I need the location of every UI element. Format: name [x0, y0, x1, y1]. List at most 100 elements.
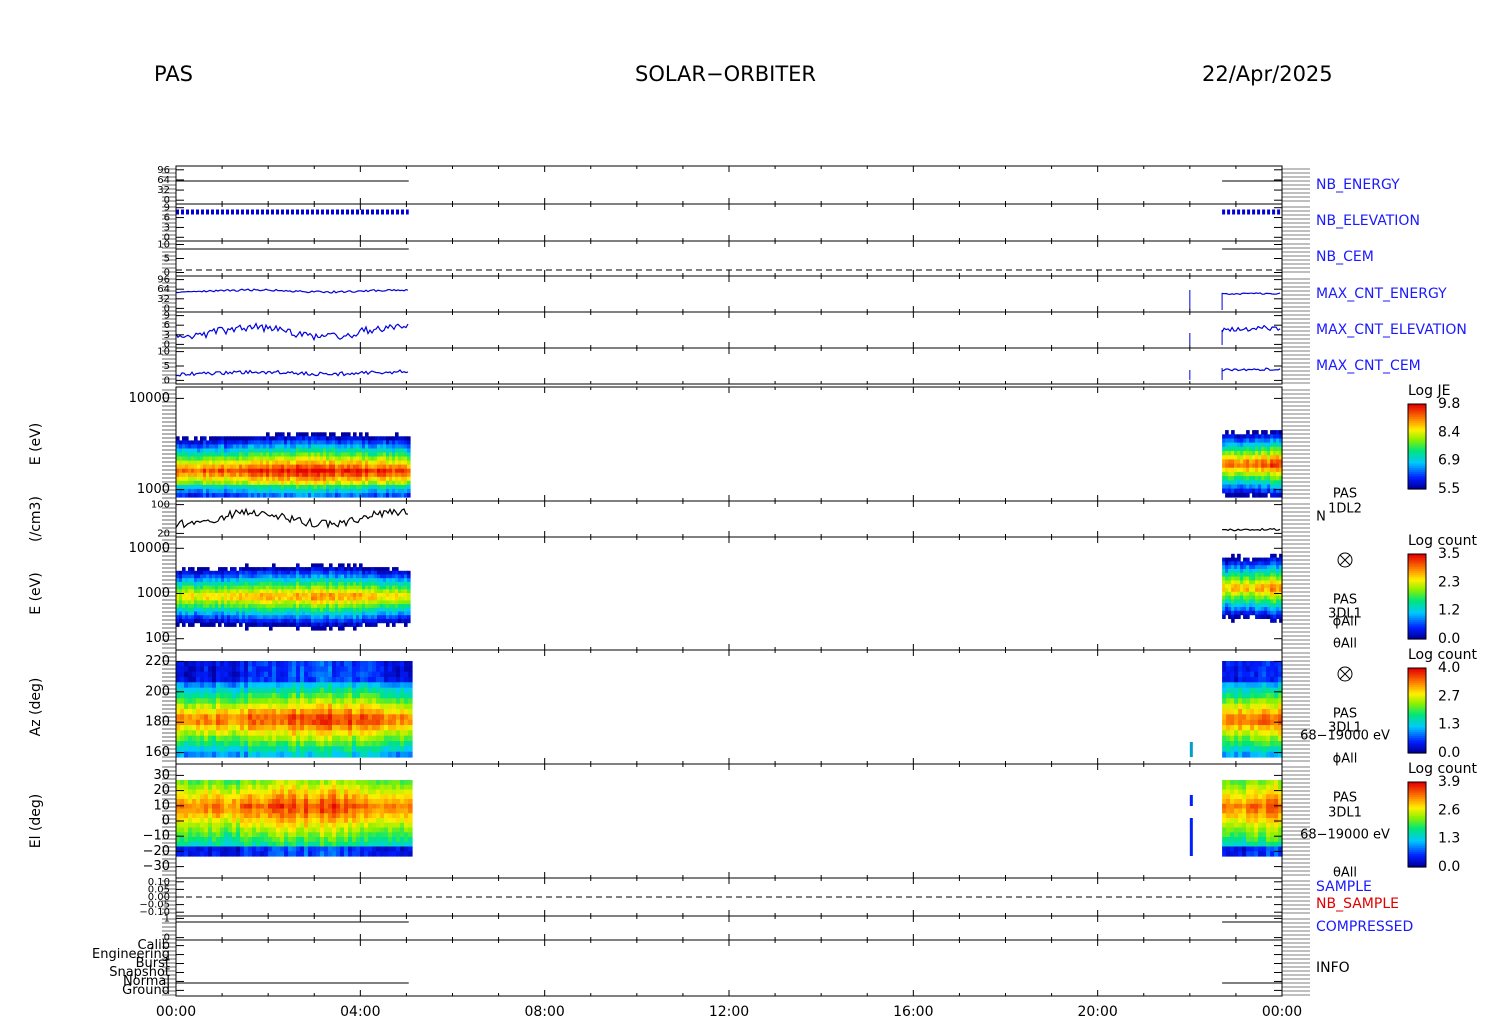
azimuth-cell: [244, 741, 249, 747]
azimuth-cell: [332, 709, 337, 715]
azimuth-cell: [196, 661, 201, 667]
azimuth-cell: [224, 698, 229, 705]
elevation-cell: [272, 808, 277, 814]
azimuth-cell: [1262, 751, 1267, 758]
azimuth-cell: [208, 751, 213, 758]
elevation-cell: [260, 846, 265, 852]
elevation-cell: [200, 803, 205, 810]
azimuth-cell: [316, 741, 321, 747]
azimuth-cell: [316, 703, 321, 710]
elevation-cell: [256, 808, 261, 814]
elevation-cell: [208, 813, 213, 819]
elevation-cell: [272, 846, 277, 852]
elevation-cell: [196, 832, 201, 838]
azimuth-cell: [1250, 677, 1255, 683]
azimuth-cell: [204, 666, 209, 673]
energy-count-cell: [407, 611, 411, 616]
azimuth-cell: [276, 735, 281, 742]
azimuth-cell: [204, 709, 209, 715]
azimuth-cell: [212, 746, 217, 753]
azimuth-cell: [208, 661, 213, 667]
elevation-cell: [296, 851, 301, 857]
azimuth-cell: [192, 661, 197, 667]
azimuth-cell: [276, 751, 281, 758]
azimuth-cell: [1222, 730, 1227, 737]
elevation-cell: [196, 780, 201, 786]
je-spectrogram-cell: [407, 448, 411, 454]
azimuth-cell: [260, 671, 265, 678]
elevation-cell: [228, 784, 233, 791]
azimuth-cell: [320, 735, 325, 742]
azimuth-cell: [252, 725, 257, 731]
azimuth-cell: [1230, 693, 1235, 699]
elevation-cell: [196, 846, 201, 852]
azimuth-cell: [272, 693, 277, 699]
elevation-cell: [216, 851, 221, 857]
elevation-cell: [300, 799, 305, 805]
azimuth-cell: [300, 703, 305, 710]
azimuth-cell: [400, 703, 405, 710]
azimuth-cell: [1266, 735, 1271, 742]
azimuth-cell: [1274, 693, 1279, 699]
azimuth-cell: [380, 741, 385, 747]
elevation-cell: [240, 851, 245, 857]
azimuth-cell: [260, 693, 265, 699]
azimuth-cell: [392, 725, 397, 731]
azimuth-cell: [288, 735, 293, 742]
azimuth-cell: [244, 693, 249, 699]
azimuth-cell: [348, 661, 353, 667]
azimuth-cell: [328, 725, 333, 731]
azimuth-cell: [408, 735, 413, 742]
elevation-cell: [236, 846, 241, 852]
azimuth-cell: [240, 677, 245, 683]
elevation-cell: [288, 846, 293, 852]
elevation-cell: [288, 813, 293, 819]
azimuth-cell: [188, 735, 193, 742]
elevation-cell: [236, 813, 241, 819]
elevation-cell: [240, 837, 245, 843]
elevation-cell: [272, 822, 277, 829]
azimuth-cell: [348, 751, 353, 758]
elevation-cell: [184, 789, 189, 795]
azimuth-cell: [184, 709, 189, 715]
energy-count-cell: [323, 626, 327, 631]
azimuth-cell: [1250, 703, 1255, 710]
elevation-cell: [220, 827, 225, 833]
elevation-cell: [220, 851, 225, 857]
energy-count-cell: [359, 563, 363, 568]
azimuth-cell: [1230, 682, 1235, 689]
azimuth-cell: [240, 666, 245, 673]
azimuth-cell: [376, 693, 381, 699]
azimuth-cell: [280, 719, 285, 726]
elevation-cell: [304, 837, 309, 843]
azimuth-cell: [196, 714, 201, 721]
azimuth-cell: [320, 746, 325, 753]
azimuth-cell: [332, 746, 337, 753]
azimuth-cell: [1250, 698, 1255, 705]
elevation-cell: [280, 822, 285, 829]
azimuth-cell: [328, 687, 333, 694]
azimuth-cell: [228, 746, 233, 753]
elevation-cell: [236, 803, 241, 810]
azimuth-cell: [228, 666, 233, 673]
azimuth-cell: [240, 730, 245, 737]
azimuth-cell: [260, 741, 265, 747]
azimuth-cell: [224, 746, 229, 753]
azimuth-cell: [264, 714, 269, 721]
azimuth-cell: [1246, 687, 1251, 694]
azimuth-cell: [1230, 666, 1235, 673]
azimuth-cell: [304, 719, 309, 726]
elevation-cell: [212, 822, 217, 829]
elevation-cell: [256, 851, 261, 857]
azimuth-cell: [188, 666, 193, 673]
azimuth-cell: [1238, 719, 1243, 726]
elevation-cell: [296, 841, 301, 848]
elevation-cell: [216, 799, 221, 805]
energy-count-cell: [218, 622, 222, 627]
azimuth-cell: [1254, 719, 1259, 726]
azimuth-cell: [360, 709, 365, 715]
azimuth-cell: [216, 698, 221, 705]
azimuth-cell: [308, 741, 313, 747]
je-spectrogram-cell: [287, 432, 291, 437]
azimuth-cell: [224, 751, 229, 758]
